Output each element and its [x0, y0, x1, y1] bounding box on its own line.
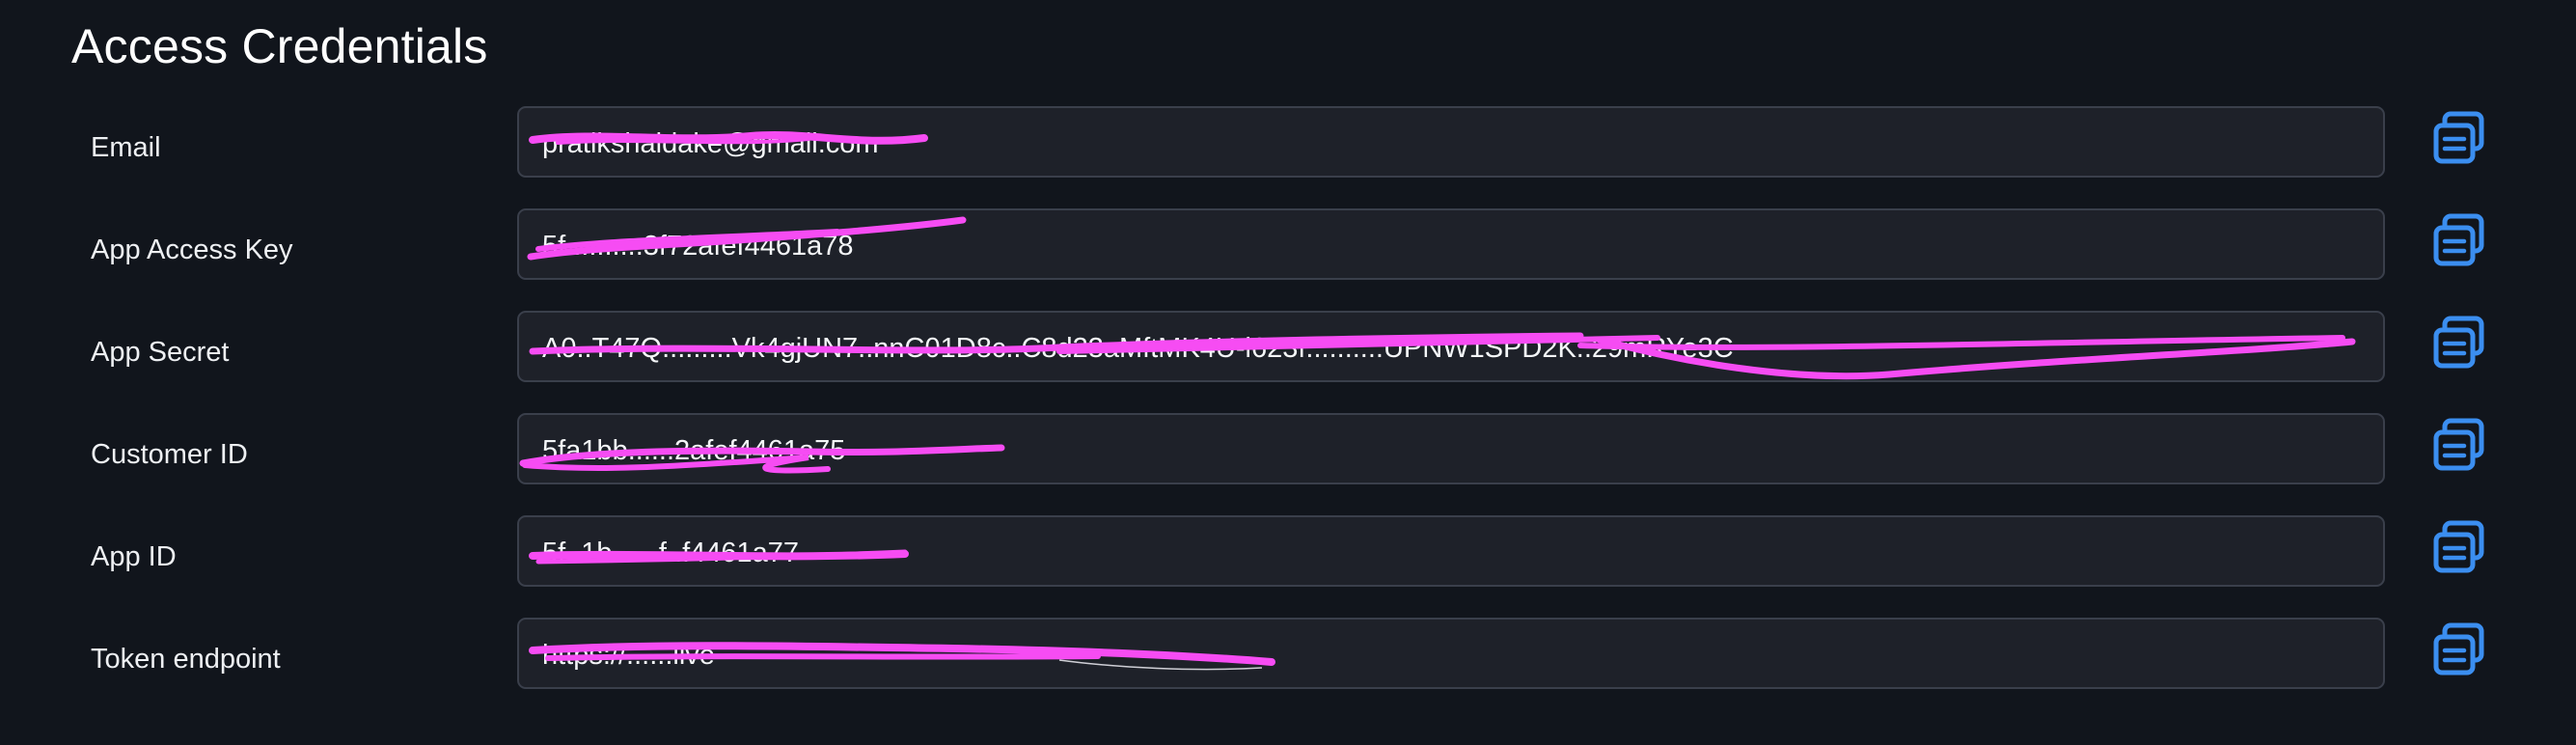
credential-row-token-endpoint: Token endpoint https://......live [0, 618, 2576, 691]
token-endpoint-label: Token endpoint [91, 644, 281, 675]
token-endpoint-value[interactable]: https://......live [542, 638, 2360, 673]
copy-app-id-button[interactable] [2431, 519, 2487, 575]
copy-icon [2433, 418, 2484, 471]
app-id-field[interactable]: 5f..1b......f..f4461a77 [517, 515, 2385, 587]
copy-customer-id-button[interactable] [2431, 417, 2487, 473]
customer-id-value[interactable]: 5fa1bb......2afef4461a75 [542, 433, 2360, 468]
app-secret-value[interactable]: A0..T47Q.........Vk4gjUN7..nnC01D8c..C8d… [542, 331, 2360, 366]
email-field[interactable]: pratikshaldake@gmail.com [517, 106, 2385, 178]
copy-app-access-key-button[interactable] [2431, 212, 2487, 268]
credential-row-app-access-key: App Access Key 5f..........3f72afef4461a… [0, 208, 2576, 282]
copy-icon [2433, 213, 2484, 266]
credential-row-app-secret: App Secret A0..T47Q.........Vk4gjUN7..nn… [0, 311, 2576, 384]
access-credentials-panel: Access Credentials Email pratikshaldake@… [0, 0, 2576, 745]
app-access-key-label: App Access Key [91, 235, 293, 265]
email-value[interactable]: pratikshaldake@gmail.com [542, 126, 2360, 161]
copy-token-endpoint-button[interactable] [2431, 621, 2487, 677]
app-id-label: App ID [91, 541, 177, 572]
app-secret-field[interactable]: A0..T47Q.........Vk4gjUN7..nnC01D8c..C8d… [517, 311, 2385, 382]
copy-icon [2433, 316, 2484, 369]
copy-app-secret-button[interactable] [2431, 315, 2487, 371]
copy-icon [2433, 520, 2484, 573]
copy-icon [2433, 622, 2484, 676]
token-endpoint-field[interactable]: https://......live [517, 618, 2385, 689]
app-access-key-value[interactable]: 5f..........3f72afef4461a78 [542, 229, 2360, 263]
page-title: Access Credentials [71, 19, 488, 73]
copy-email-button[interactable] [2431, 110, 2487, 166]
email-label: Email [91, 132, 161, 163]
app-access-key-field[interactable]: 5f..........3f72afef4461a78 [517, 208, 2385, 280]
credential-row-app-id: App ID 5f..1b......f..f4461a77 [0, 515, 2576, 589]
credential-row-email: Email pratikshaldake@gmail.com [0, 106, 2576, 179]
copy-icon [2433, 111, 2484, 164]
credential-row-customer-id: Customer ID 5fa1bb......2afef4461a75 [0, 413, 2576, 486]
app-id-value[interactable]: 5f..1b......f..f4461a77 [542, 536, 2360, 570]
app-secret-label: App Secret [91, 337, 230, 368]
customer-id-field[interactable]: 5fa1bb......2afef4461a75 [517, 413, 2385, 484]
customer-id-label: Customer ID [91, 439, 248, 470]
